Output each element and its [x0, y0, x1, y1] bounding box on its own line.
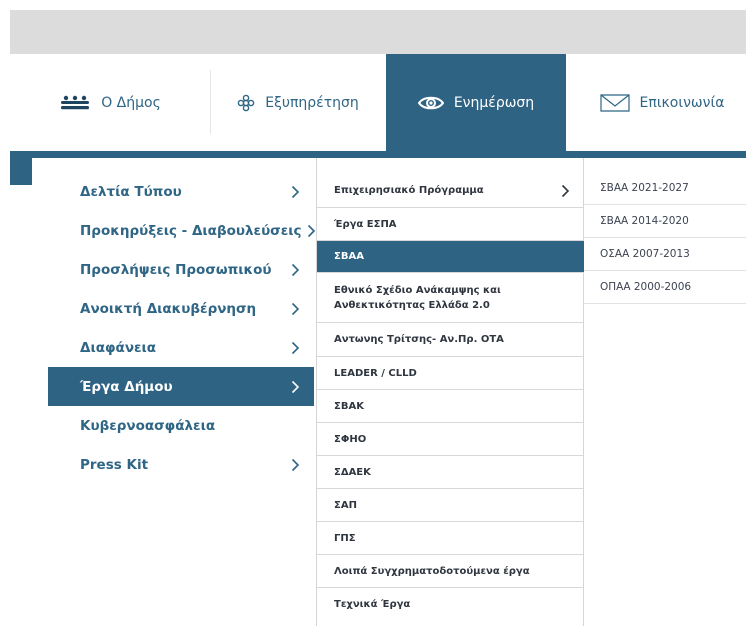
submenu-item-texnika-erga[interactable]: Τεχνικά Έργα	[317, 588, 584, 621]
submenu-item-opaa-2000[interactable]: ΟΠΑΑ 2000-2006	[584, 271, 746, 304]
submenu-item-sfio[interactable]: ΣΦΗΟ	[317, 423, 584, 456]
submenu-item-ethniko-sxedio[interactable]: Εθνικό Σχέδιο Ανάκαμψης και Ανθεκτικότητ…	[317, 273, 584, 323]
chevron-right-icon	[561, 184, 570, 197]
chevron-right-icon	[291, 263, 300, 276]
submenu-item-svaa[interactable]: ΣΒΑΑ	[317, 241, 584, 273]
menu-item-erga-dimou[interactable]: Έργα Δήμου	[48, 367, 314, 406]
nav-separator	[210, 70, 211, 134]
submenu-item-osaa-2007[interactable]: ΟΣΑΑ 2007-2013	[584, 238, 746, 271]
chevron-right-icon	[291, 380, 300, 393]
submenu-item-svaa-2014[interactable]: ΣΒΑΑ 2014-2020	[584, 205, 746, 238]
nav-item-exypiretisi[interactable]: Εξυπηρέτηση	[218, 54, 378, 151]
chevron-right-icon	[291, 185, 300, 198]
submenu-item-svaa-2021[interactable]: ΣΒΑΑ 2021-2027	[584, 172, 746, 205]
top-bar	[10, 10, 746, 54]
menu-item-kyvernoasfaleia[interactable]: Κυβερνοασφάλεια	[48, 406, 314, 445]
nav-item-label: Ενημέρωση	[453, 94, 535, 111]
submenu-item-svak[interactable]: ΣΒΑΚ	[317, 390, 584, 423]
submenu-item-erga-espa[interactable]: Έργα ΕΣΠΑ	[317, 208, 584, 241]
nav-item-label: Ο Δήμος	[101, 94, 161, 111]
mega-menu: Δελτία Τύπου Προκηρύξεις - Διαβουλεύσεις…	[32, 158, 746, 643]
menu-column-1: Δελτία Τύπου Προκηρύξεις - Διαβουλεύσεις…	[32, 158, 316, 643]
menu-item-proslipseis[interactable]: Προσλήψεις Προσωπικού	[48, 250, 314, 289]
chevron-right-icon	[291, 302, 300, 315]
menu-column-3: ΣΒΑΑ 2021-2027 ΣΒΑΑ 2014-2020 ΟΣΑΑ 2007-…	[584, 158, 746, 318]
menu-item-anoikti-diakyvernisi[interactable]: Ανοικτή Διακυβέρνηση	[48, 289, 314, 328]
menu-item-deltia-typou[interactable]: Δελτία Τύπου	[48, 172, 314, 211]
menu-column-2: Επιχειρησιακό Πρόγραμμα Έργα ΕΣΠΑ ΣΒΑΑ Ε…	[316, 158, 584, 626]
submenu-item-leader-clld[interactable]: LEADER / CLLD	[317, 357, 584, 390]
people-group-icon	[61, 95, 90, 109]
nav-item-enimerosi[interactable]: Ενημέρωση	[386, 54, 566, 151]
menu-item-press-kit[interactable]: Press Kit	[48, 445, 314, 484]
chevron-right-icon	[291, 458, 300, 471]
submenu-item-loipa-erga[interactable]: Λοιπά Συγχρηματοδοτούμενα έργα	[317, 555, 584, 588]
nav-item-label: Επικοινωνία	[639, 94, 725, 111]
nav-item-epikoinonia[interactable]: Επικοινωνία	[578, 54, 746, 151]
menu-item-diafaneia[interactable]: Διαφάνεια	[48, 328, 314, 367]
menu-item-prokirixeis[interactable]: Προκηρύξεις - Διαβουλεύσεις	[48, 211, 316, 250]
submenu-item-antonis-tritsis[interactable]: Αντωνης Τρίτσης- Αν.Πρ. ΟΤΑ	[317, 323, 584, 357]
eye-icon	[417, 96, 444, 109]
submenu-item-gps[interactable]: ΓΠΣ	[317, 522, 584, 555]
submenu-item-sdaek[interactable]: ΣΔΑΕΚ	[317, 456, 584, 489]
envelope-icon	[599, 93, 630, 112]
chevron-right-icon	[307, 224, 316, 237]
main-nav: Ο Δήμος Εξυπηρέτηση Ενημέρωση Επικοινωνί…	[10, 54, 746, 151]
chevron-right-icon	[291, 341, 300, 354]
nav-item-o-dimos[interactable]: Ο Δήμος	[10, 54, 210, 151]
submenu-item-sap[interactable]: ΣΑΠ	[317, 489, 584, 522]
gear-flower-icon	[237, 94, 255, 111]
nav-item-label: Εξυπηρέτηση	[265, 94, 359, 111]
submenu-item-epixeirisiako[interactable]: Επιχειρησιακό Πρόγραμμα	[317, 174, 584, 208]
